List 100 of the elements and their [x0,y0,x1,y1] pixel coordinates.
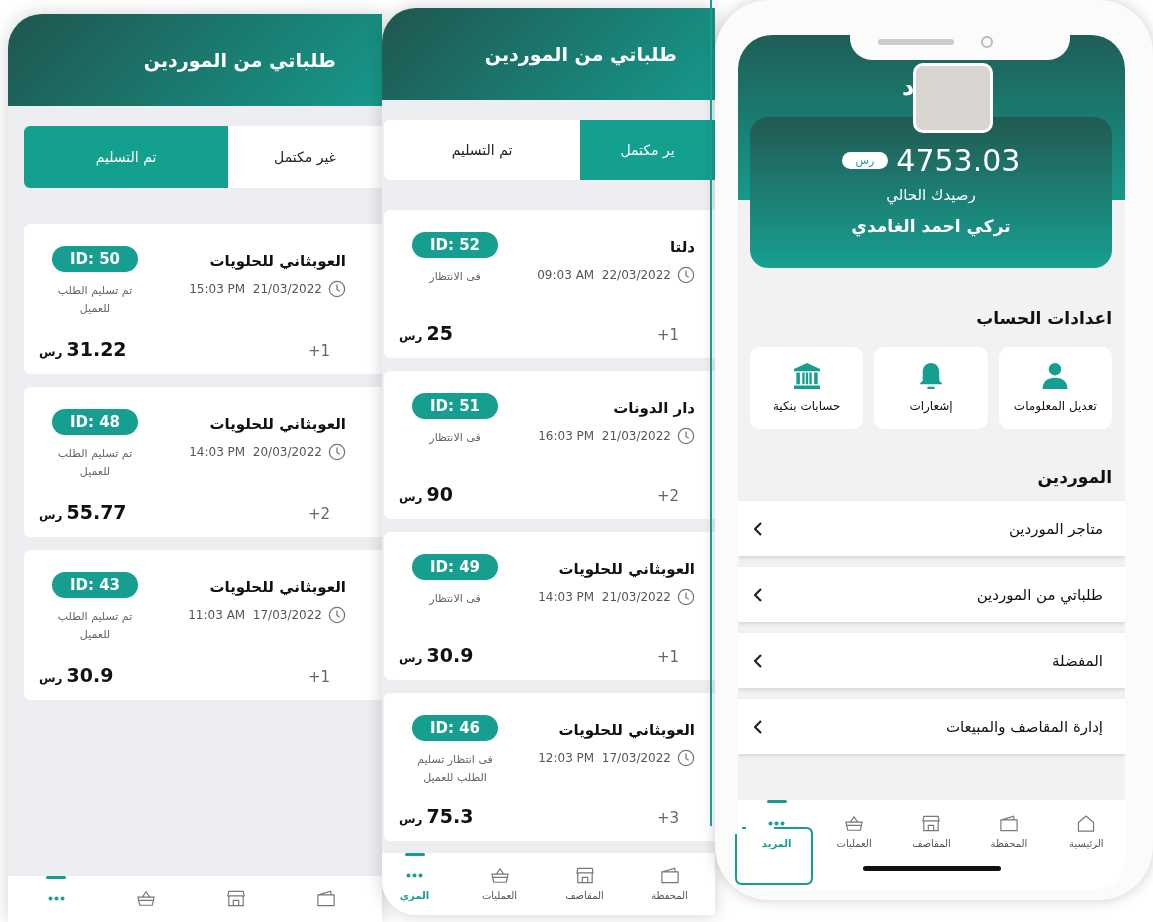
clock-icon [328,606,346,624]
currency-label: رس [39,508,63,522]
nav-item[interactable]: المقاصف [892,800,971,862]
menu-item[interactable]: طلباتي من الموردين [738,567,1125,622]
settings-tile[interactable]: تعديل المعلومات [998,347,1112,429]
order-amount: 30.9 [66,664,114,686]
store-icon [227,890,245,907]
order-amount: 75.3 [426,805,474,827]
nav-label: المحفظة [651,890,688,901]
home-icon [1077,815,1096,832]
order-id-badge: ID: 50 [52,246,138,272]
balance-amount: 4753.03 [896,143,1021,178]
chevron-left-icon [754,521,762,536]
item-count: +3 [656,809,679,827]
more-icon [47,896,65,901]
order-status: تم تسليم الطلب للعميل [56,609,134,643]
clock-icon [677,266,695,284]
nav-item[interactable]: المقاصف [542,853,627,915]
bank-icon [793,363,820,389]
clock-icon [677,749,695,767]
store-name: العوبثاني للحلويات [558,560,695,578]
order-id-badge: ID: 52 [412,232,498,258]
order-status: فى الانتظار [427,591,482,607]
menu-item[interactable]: المفضلة [738,633,1125,688]
order-status: فى الانتظار [427,430,482,446]
order-time: 11:03 AM 17/03/2022 [188,608,322,622]
nav-item[interactable]: الرئيسية [1047,800,1125,862]
store-name: العوبثاني للحلويات [209,415,346,433]
currency-label: رس [399,812,423,826]
order-amount: 25 [426,322,453,344]
clock-icon [328,443,346,461]
order-id-badge: ID: 49 [412,554,498,580]
item-count: +1 [307,342,330,360]
order-amount: 31.22 [66,338,127,360]
section-heading: الموردين [1037,467,1112,487]
nav-item[interactable]: المحفظة [970,800,1048,862]
order-time: 09:03 AM 22/03/2022 [537,268,671,282]
nav-item[interactable]: المحفظة [627,853,712,915]
balance-label: رصيدك الحالي [886,186,976,204]
item-count: +1 [656,648,679,666]
settings-tile[interactable]: إشعارات [874,347,988,429]
currency-label: رس [399,329,423,343]
chevron-left-icon [754,719,762,734]
item-count: +1 [656,326,679,344]
wallet-icon [660,867,679,884]
currency-badge: رس [841,152,889,169]
order-status: تم تسليم الطلب للعميل [56,283,134,317]
order-status: فى الانتظار [427,269,482,285]
nav-label: الرئيسية [1069,838,1104,849]
menu-label: إدارة المقاصف والمبيعات [945,717,1103,736]
more-icon [406,873,423,878]
basket-icon [490,867,509,884]
order-amount: 55.77 [66,501,127,523]
order-time: 14:03 PM 20/03/2022 [189,445,322,459]
store-name: العوبثاني للحلويات [209,252,346,270]
item-count: +1 [307,668,330,686]
order-id-badge: ID: 43 [52,572,138,598]
item-count: +2 [307,505,330,523]
menu-item[interactable]: إدارة المقاصف والمبيعات [738,699,1125,754]
clock-icon [677,427,695,445]
currency-label: رس [399,490,423,504]
menu-item[interactable]: متاجر الموردين [738,501,1125,556]
store-icon [575,867,594,884]
nav-item[interactable]: العمليات [457,853,542,915]
store-icon [922,815,941,832]
basket-icon [137,890,155,907]
chevron-left-icon [754,653,762,668]
store-name: العوبثاني للحلويات [209,578,346,596]
nav-label: العمليات [836,838,872,849]
order-status: تم تسليم الطلب للعميل [56,446,134,480]
wallet-icon [999,815,1018,832]
currency-label: رس [39,345,63,359]
order-time: 12:03 PM 17/03/2022 [538,751,671,765]
currency-label: رس [39,671,63,685]
currency-label: رس [399,651,423,665]
order-status: فى انتظار تسليم الطلب للعميل [416,752,494,786]
nav-label: المزي [399,890,430,901]
nav-label: العمليات [481,890,518,901]
wallet-icon [317,890,335,907]
store-name: العوبثاني للحلويات [558,721,695,739]
section-heading: اعدادات الحساب [976,308,1112,328]
clock-icon [328,280,346,298]
store-name: دلتا [669,238,695,256]
bell-icon [918,363,944,389]
settings-tile[interactable]: حسابات بنكية [750,347,864,429]
user-name: تركي احمد الغامدي [851,216,1011,236]
person-icon [1042,363,1069,389]
order-time: 15:03 PM 21/03/2022 [189,282,322,296]
screen-title: د [902,73,915,101]
nav-label: المحفظة [990,838,1028,849]
chevron-left-icon [754,587,762,602]
menu-label: طلباتي من الموردين [976,585,1103,604]
clock-icon [677,588,695,606]
nav-label: المقاصف [565,890,604,901]
nav-item[interactable]: العمليات [815,800,893,862]
order-id-badge: ID: 46 [412,715,498,741]
order-amount: 90 [426,483,453,505]
more-icon [768,821,786,826]
store-name: دار الدونات [613,399,695,417]
order-time: 16:03 PM 21/03/2022 [538,429,671,443]
